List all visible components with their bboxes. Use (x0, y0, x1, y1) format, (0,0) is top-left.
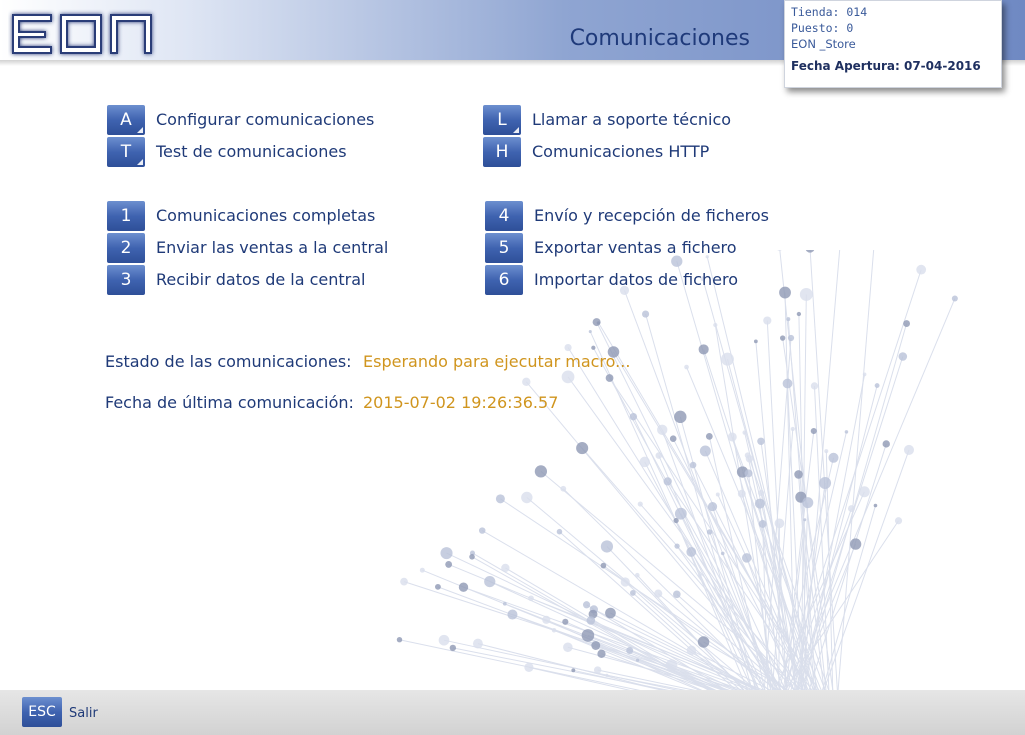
eon-logo (12, 14, 152, 54)
menu-item-llamar-soporte[interactable]: L Llamar a soporte técnico (483, 105, 783, 135)
menu-item-importar-datos[interactable]: 6 Importar datos de fichero (485, 265, 785, 295)
menu-label[interactable]: Llamar a soporte técnico (532, 110, 731, 129)
puesto-text: Puesto: 0 (791, 21, 854, 35)
menu-label[interactable]: Comunicaciones completas (156, 206, 375, 225)
key-3-button[interactable]: 3 (107, 265, 145, 295)
key-l-button[interactable]: L (483, 105, 521, 135)
key-4-button[interactable]: 4 (485, 201, 523, 231)
tienda-text: Tienda: 014 (791, 5, 868, 19)
menu-label[interactable]: Configurar comunicaciones (156, 110, 374, 129)
menu-item-recibir-datos[interactable]: 3 Recibir datos de la central (107, 265, 407, 295)
key-1-button[interactable]: 1 (107, 201, 145, 231)
footer-bar: ESC Salir (0, 690, 1025, 735)
key-label: 5 (498, 238, 510, 258)
menu-item-comunicaciones-completas[interactable]: 1 Comunicaciones completas (107, 201, 407, 231)
menu-label[interactable]: Envío y recepción de ficheros (534, 206, 769, 225)
fiber-optic-background (396, 250, 958, 690)
key-label: 2 (120, 238, 132, 258)
key-label: H (495, 142, 509, 162)
menu-label[interactable]: Test de comunicaciones (156, 142, 347, 161)
key-label: 6 (498, 270, 510, 290)
menu-label[interactable]: Enviar las ventas a la central (156, 238, 388, 257)
key-t-button[interactable]: T (107, 137, 145, 167)
key-label: A (120, 110, 132, 130)
key-label: 3 (120, 270, 132, 290)
menu-item-configurar-comunicaciones[interactable]: A Configurar comunicaciones (107, 105, 407, 135)
menu-item-enviar-ventas[interactable]: 2 Enviar las ventas a la central (107, 233, 407, 263)
key-2-button[interactable]: 2 (107, 233, 145, 263)
menu-item-test-comunicaciones[interactable]: T Test de comunicaciones (107, 137, 407, 167)
menu-item-exportar-ventas[interactable]: 5 Exportar ventas a fichero (485, 233, 785, 263)
salir-label[interactable]: Salir (69, 706, 98, 721)
page-title: Comunicaciones (569, 26, 750, 51)
store-name-text: EON _Store (791, 37, 856, 51)
key-6-button[interactable]: 6 (485, 265, 523, 295)
key-label: T (120, 142, 132, 162)
estado-value: Esperando para ejecutar macro... (363, 352, 631, 371)
menu-label[interactable]: Importar datos de fichero (534, 270, 738, 289)
key-a-button[interactable]: A (107, 105, 145, 135)
fecha-apertura-text: Fecha Apertura: 07-04-2016 (791, 59, 981, 73)
menu-label[interactable]: Comunicaciones HTTP (532, 142, 709, 161)
store-info-card: Tienda: 014 Puesto: 0 EON _Store Fecha A… (784, 0, 1002, 88)
key-5-button[interactable]: 5 (485, 233, 523, 263)
fecha-ultima-label: Fecha de última comunicación: (105, 393, 354, 412)
menu-label[interactable]: Exportar ventas a fichero (534, 238, 737, 257)
estado-label: Estado de las comunicaciones: (105, 352, 352, 371)
menu-item-comunicaciones-http[interactable]: H Comunicaciones HTTP (483, 137, 783, 167)
fecha-ultima-value: 2015-07-02 19:26:36.57 (363, 393, 559, 412)
menu-item-envio-recepcion-ficheros[interactable]: 4 Envío y recepción de ficheros (485, 201, 785, 231)
key-label: 1 (120, 206, 132, 226)
corner-indicator-icon (137, 127, 143, 133)
esc-button[interactable]: ESC (22, 697, 62, 727)
key-label: L (497, 110, 507, 130)
menu-label[interactable]: Recibir datos de la central (156, 270, 366, 289)
corner-indicator-icon (513, 127, 519, 133)
key-label: 4 (498, 206, 510, 226)
corner-indicator-icon (137, 159, 143, 165)
key-h-button[interactable]: H (483, 137, 521, 167)
